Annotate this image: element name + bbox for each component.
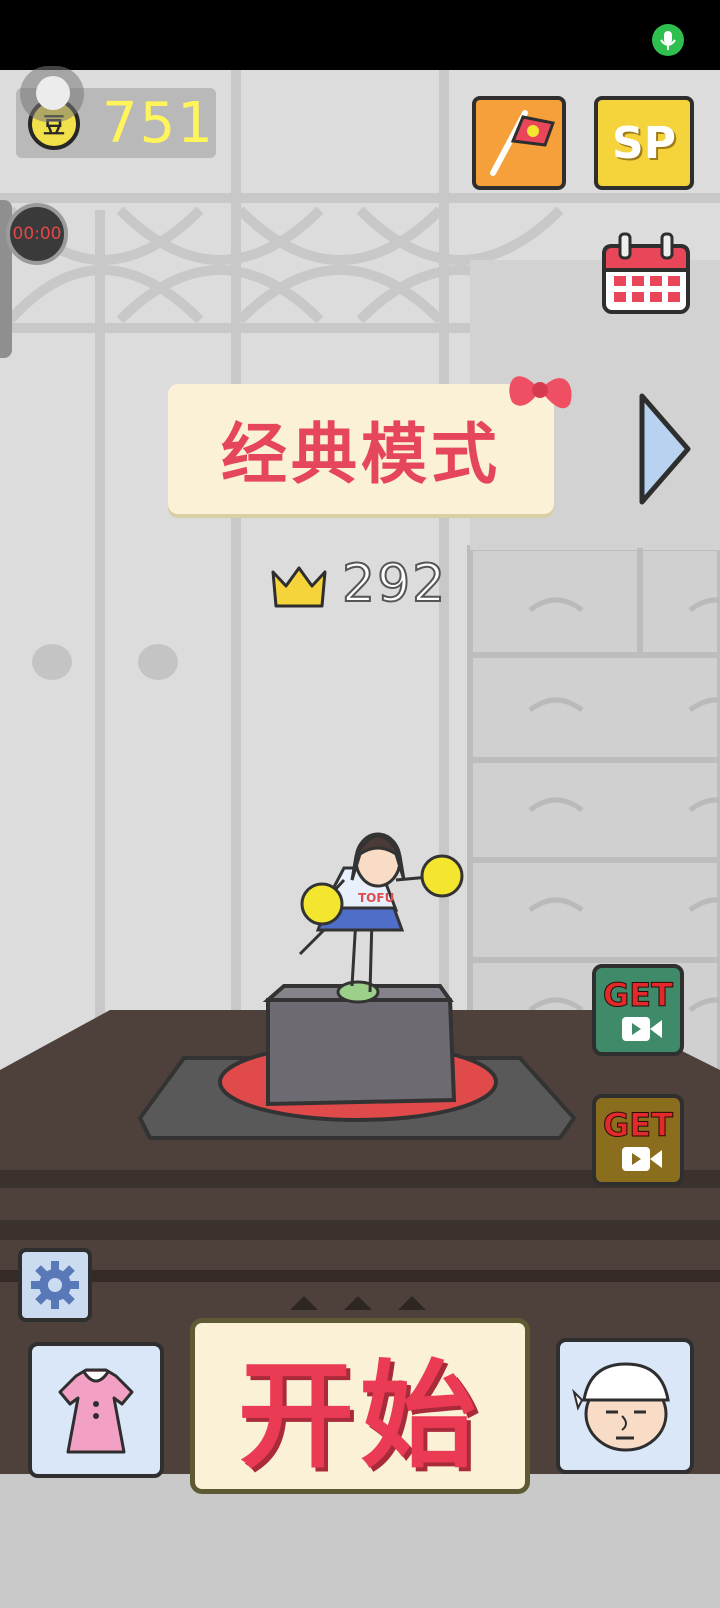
best-score-value: 292 bbox=[341, 553, 448, 615]
get-reward-button-1[interactable]: GET bbox=[592, 964, 684, 1056]
assistive-touch-button[interactable] bbox=[20, 66, 84, 122]
microphone-icon bbox=[652, 24, 684, 56]
wardrobe-button[interactable] bbox=[28, 1342, 164, 1478]
mode-banner[interactable]: 经典模式 bbox=[168, 384, 554, 514]
status-bar bbox=[0, 0, 720, 70]
gear-icon bbox=[31, 1261, 79, 1309]
start-label: 开始 bbox=[238, 1349, 482, 1484]
chef-face-icon bbox=[572, 1362, 670, 1452]
flag-button[interactable] bbox=[472, 96, 566, 190]
sp-label: SP bbox=[612, 117, 676, 169]
best-score: 292 bbox=[270, 553, 470, 630]
coin-count: 751 bbox=[102, 91, 215, 156]
settings-button[interactable] bbox=[18, 1248, 92, 1322]
mode-title: 经典模式 bbox=[221, 416, 501, 493]
calendar-button[interactable] bbox=[600, 230, 692, 316]
get-label: GET bbox=[603, 976, 674, 1015]
sp-button[interactable]: SP bbox=[594, 96, 694, 190]
chef-button[interactable] bbox=[556, 1338, 694, 1474]
screen-record-timer[interactable]: 00:00 bbox=[6, 203, 68, 265]
bow-decoration bbox=[509, 376, 572, 409]
chevron-right-icon[interactable] bbox=[636, 392, 692, 506]
video-camera-icon bbox=[622, 1017, 662, 1041]
start-button[interactable]: 开始 bbox=[190, 1318, 530, 1494]
shirt-text: TOFU bbox=[358, 891, 394, 905]
crown-icon bbox=[271, 566, 327, 608]
dress-icon bbox=[58, 1368, 134, 1454]
calendar-icon bbox=[602, 232, 690, 314]
flag-icon bbox=[490, 110, 556, 176]
get-label: GET bbox=[603, 1106, 674, 1145]
get-reward-button-2[interactable]: GET bbox=[592, 1094, 684, 1186]
video-camera-icon bbox=[622, 1147, 662, 1171]
